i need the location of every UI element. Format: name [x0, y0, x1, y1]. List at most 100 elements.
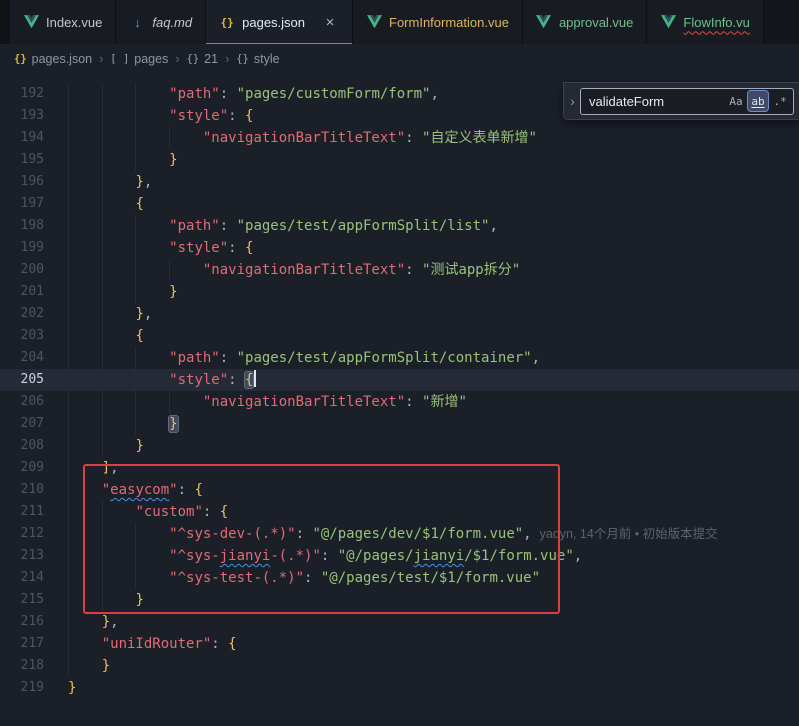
code-line-202[interactable]: 202 },	[0, 303, 799, 325]
find-expand-chevron-icon[interactable]: ›	[565, 93, 580, 109]
code-content: "navigationBarTitleText": "新增"	[68, 391, 467, 413]
code-line-203[interactable]: 203 {	[0, 325, 799, 347]
breadcrumb-item-pages.json[interactable]: {}pages.json	[14, 52, 92, 66]
git-blame-annotation: yaoyn, 14个月前 • 初始版本提交	[540, 527, 718, 541]
breadcrumb-item-21[interactable]: {}21	[187, 52, 219, 66]
breadcrumb-item-pages[interactable]: [ ]pages	[110, 52, 168, 66]
markdown-icon: ↓	[129, 15, 145, 30]
token: :	[228, 108, 245, 124]
code-content: "path": "pages/test/appFormSplit/contain…	[68, 347, 540, 369]
line-number: 192	[0, 83, 44, 105]
regex-icon[interactable]: .*	[770, 91, 790, 111]
whitespace	[68, 174, 135, 190]
close-icon[interactable]: ×	[321, 13, 339, 31]
code-line-196[interactable]: 196 },	[0, 171, 799, 193]
find-input-value[interactable]: validateForm	[589, 94, 724, 109]
code-content: }	[68, 281, 178, 303]
code-line-212[interactable]: 212 "^sys-dev-(.*)": "@/pages/dev/$1/for…	[0, 523, 799, 545]
code-line-210[interactable]: 210 "easycom": {	[0, 479, 799, 501]
code-line-219[interactable]: 219}	[0, 677, 799, 699]
token: {	[245, 240, 253, 256]
token: easycom	[110, 482, 169, 498]
code-line-199[interactable]: 199 "style": {	[0, 237, 799, 259]
token: {	[245, 108, 253, 124]
code-line-215[interactable]: 215 }	[0, 589, 799, 611]
code-area[interactable]: 192 "path": "pages/customForm/form",193 …	[0, 83, 799, 699]
code-line-194[interactable]: 194 "navigationBarTitleText": "自定义表单新增"	[0, 127, 799, 149]
whitespace	[68, 108, 169, 124]
token: :	[203, 504, 220, 520]
token: ,	[532, 350, 540, 366]
tab-FlowInfo.vu[interactable]: FlowInfo.vu	[647, 0, 763, 44]
token: "navigationBarTitleText"	[203, 130, 405, 146]
code-line-207[interactable]: 207 }	[0, 413, 799, 435]
line-number: 209	[0, 457, 44, 479]
tab-pages.json[interactable]: {} pages.json ×	[206, 0, 353, 44]
whitespace	[68, 306, 135, 322]
tab-Index.vue[interactable]: Index.vue	[10, 0, 116, 44]
code-line-198[interactable]: 198 "path": "pages/test/appFormSplit/lis…	[0, 215, 799, 237]
code-line-200[interactable]: 200 "navigationBarTitleText": "测试app拆分"	[0, 259, 799, 281]
line-number: 207	[0, 413, 44, 435]
find-input[interactable]: validateForm Aa ab .*	[580, 88, 794, 115]
symbol-object-icon: {}	[187, 53, 200, 65]
breadcrumb: {}pages.json›[ ]pages›{}21›{}style	[0, 44, 799, 74]
token: ,	[144, 174, 152, 190]
code-content: "style": {	[68, 105, 253, 127]
code-content: "path": "pages/test/appFormSplit/list",	[68, 215, 498, 237]
token: :	[228, 240, 245, 256]
whitespace	[68, 240, 169, 256]
match-case-icon[interactable]: Aa	[726, 91, 746, 111]
code-line-218[interactable]: 218 }	[0, 655, 799, 677]
line-number: 203	[0, 325, 44, 347]
whitespace	[68, 548, 169, 564]
token: "navigationBarTitleText"	[203, 262, 405, 278]
tab-label: FlowInfo.vu	[683, 15, 749, 30]
code-content: }	[68, 677, 76, 699]
line-number: 196	[0, 171, 44, 193]
token: }	[68, 680, 76, 696]
line-number: 205	[0, 369, 44, 391]
line-number: 199	[0, 237, 44, 259]
tab-faq.md[interactable]: ↓faq.md	[116, 0, 206, 44]
code-content: "style": {	[68, 369, 256, 391]
code-line-217[interactable]: 217 "uniIdRouter": {	[0, 633, 799, 655]
tab-approval.vue[interactable]: approval.vue	[523, 0, 647, 44]
code-content: {	[68, 193, 144, 215]
editor[interactable]: 192 "path": "pages/customForm/form",193 …	[0, 74, 799, 726]
token: :	[405, 130, 422, 146]
vue-icon	[366, 15, 382, 29]
token: }	[102, 658, 110, 674]
tab-label: approval.vue	[559, 15, 633, 30]
breadcrumb-item-style[interactable]: {}style	[236, 52, 279, 66]
token: "path"	[169, 218, 220, 234]
code-line-195[interactable]: 195 }	[0, 149, 799, 171]
json-icon: {}	[219, 16, 235, 29]
tab-FormInformation.vue[interactable]: FormInformation.vue	[353, 0, 523, 44]
tab-label: pages.json	[242, 15, 305, 30]
token: ,	[110, 614, 118, 630]
code-line-216[interactable]: 216 },	[0, 611, 799, 633]
code-content: },	[68, 611, 119, 633]
code-line-201[interactable]: 201 }	[0, 281, 799, 303]
code-line-213[interactable]: 213 "^sys-jianyi-(.*)": "@/pages/jianyi/…	[0, 545, 799, 567]
whitespace	[68, 262, 203, 278]
code-content: "path": "pages/customForm/form",	[68, 83, 439, 105]
code-line-209[interactable]: 209 ],	[0, 457, 799, 479]
code-line-208[interactable]: 208 }	[0, 435, 799, 457]
code-line-204[interactable]: 204 "path": "pages/test/appFormSplit/con…	[0, 347, 799, 369]
code-line-214[interactable]: 214 "^sys-test-(.*)": "@/pages/test/$1/f…	[0, 567, 799, 589]
code-line-205[interactable]: 205 "style": {	[0, 369, 799, 391]
code-line-206[interactable]: 206 "navigationBarTitleText": "新增"	[0, 391, 799, 413]
token: "path"	[169, 86, 220, 102]
token: ,	[574, 548, 582, 564]
tab-bar-leading-strip	[0, 0, 10, 44]
token: {	[194, 482, 202, 498]
code-line-211[interactable]: 211 "custom": {	[0, 501, 799, 523]
whole-word-icon[interactable]: ab	[748, 91, 768, 111]
token: }	[102, 614, 110, 630]
token: {	[220, 504, 228, 520]
whitespace	[68, 372, 169, 388]
line-number: 215	[0, 589, 44, 611]
code-line-197[interactable]: 197 {	[0, 193, 799, 215]
